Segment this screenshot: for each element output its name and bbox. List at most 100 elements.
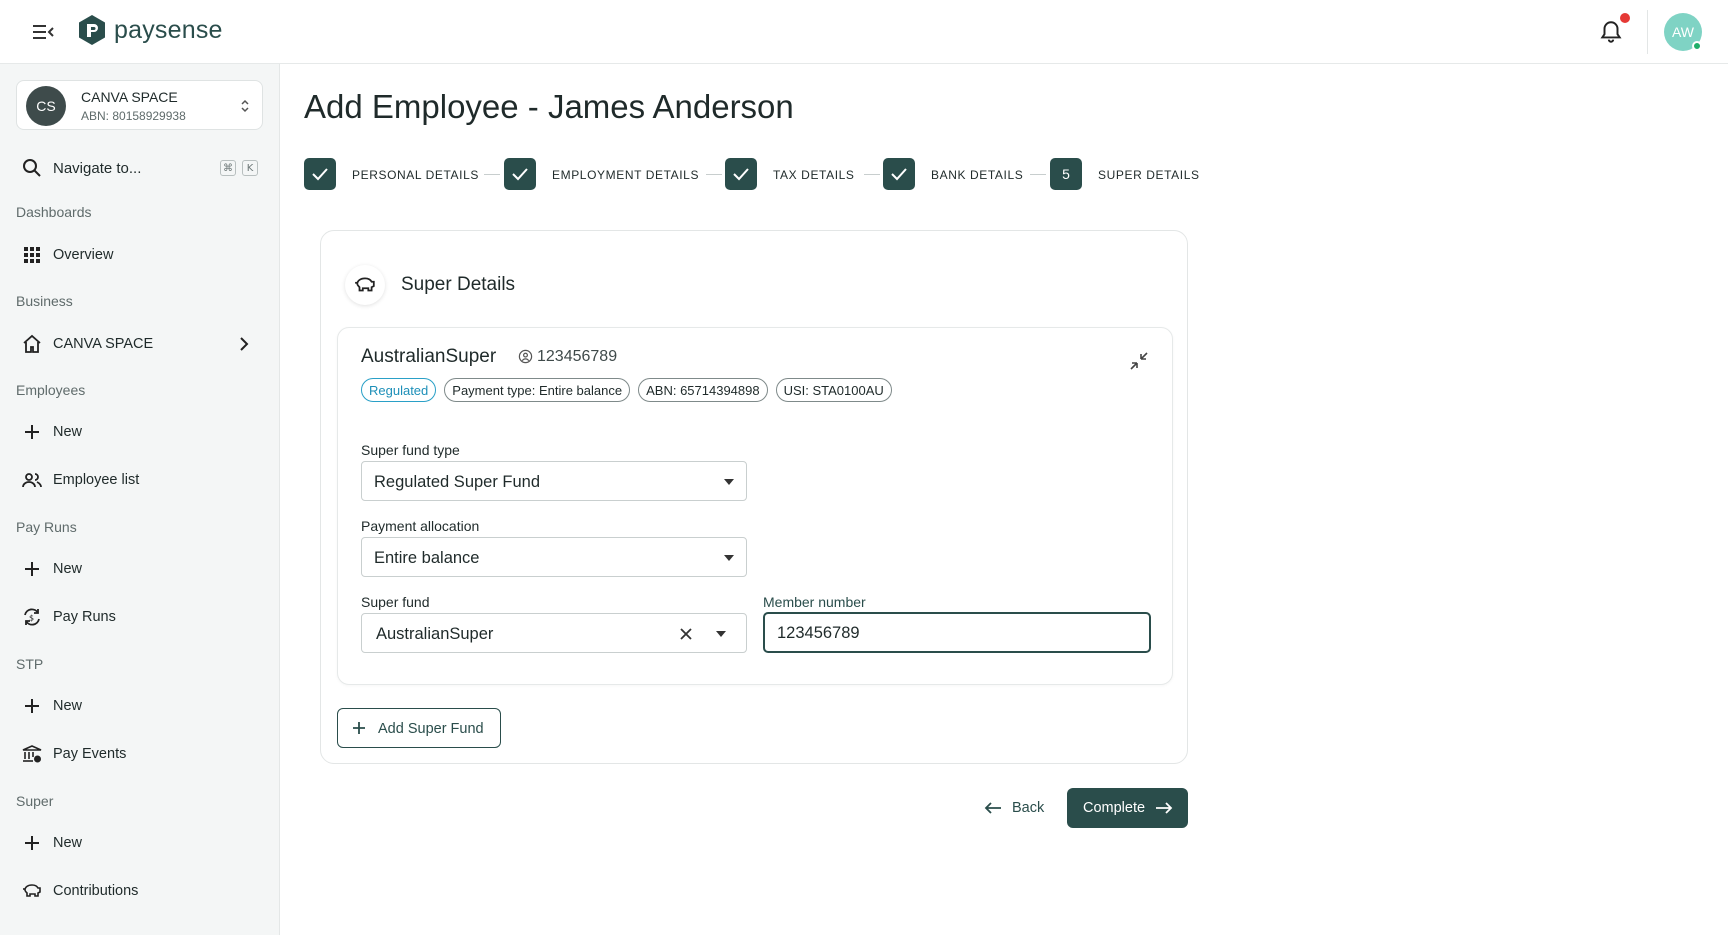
- member-icon: [518, 349, 533, 364]
- bank-icon: [22, 745, 42, 763]
- complete-label: Complete: [1083, 800, 1146, 816]
- step-connector: [1030, 174, 1046, 175]
- sidebar-item-label: New: [53, 424, 83, 440]
- collapse-menu-icon[interactable]: [30, 20, 56, 44]
- super-details-card: Super Details AustralianSuper 123456789 …: [320, 230, 1188, 764]
- divider: [1647, 10, 1648, 54]
- fund-name: AustralianSuper: [361, 346, 497, 367]
- sidebar-item-new-super[interactable]: New: [20, 828, 260, 858]
- member-number-label: Member number: [763, 594, 866, 610]
- back-button[interactable]: Back: [980, 788, 1060, 828]
- step-complete: [883, 158, 915, 190]
- sidebar-item-employee-list[interactable]: Employee list: [20, 465, 260, 495]
- payment-allocation-select[interactable]: Entire balance: [361, 537, 747, 577]
- payment-allocation-label: Payment allocation: [361, 518, 480, 534]
- payment-allocation-value: Entire balance: [374, 549, 480, 567]
- home-icon: [23, 334, 41, 353]
- caret-down-icon: [724, 479, 734, 485]
- step-label: PERSONAL DETAILS: [352, 168, 479, 182]
- step-connector: [864, 174, 880, 175]
- complete-button[interactable]: Complete: [1067, 788, 1188, 828]
- add-super-fund-button[interactable]: Add Super Fund: [337, 708, 501, 748]
- sidebar-item-label: Contributions: [53, 883, 139, 899]
- notification-badge: [1620, 13, 1630, 23]
- section-pay-runs: Pay Runs: [16, 519, 77, 535]
- org-abn: ABN: 80158929938: [81, 109, 186, 123]
- section-dashboards: Dashboards: [16, 204, 92, 220]
- plus-icon: [25, 699, 39, 713]
- logo-icon: [79, 15, 105, 45]
- fund-type-select[interactable]: Regulated Super Fund: [361, 461, 747, 501]
- clear-icon[interactable]: [678, 626, 694, 642]
- shortcut-cmd-key: ⌘: [220, 160, 236, 176]
- currency-sync-icon: $: [24, 608, 40, 626]
- step-label: SUPER DETAILS: [1098, 168, 1200, 182]
- regulated-chip: Regulated: [361, 378, 437, 402]
- sidebar-item-label: Overview: [53, 247, 114, 263]
- sidebar-item-new-stp[interactable]: New: [20, 691, 260, 721]
- shortcut-k-key: K: [242, 160, 258, 176]
- grid-icon: [24, 247, 40, 263]
- plus-icon: [353, 722, 365, 734]
- sidebar-item-label: Employee list: [53, 472, 140, 488]
- check-icon: [733, 168, 749, 181]
- top-bar: paysense AW: [0, 0, 1728, 64]
- chevron-right-icon: [240, 337, 249, 351]
- section-business: Business: [16, 293, 73, 309]
- sidebar-item-label: New: [53, 698, 83, 714]
- member-number-input[interactable]: 123456789: [763, 612, 1151, 653]
- section-stp: STP: [16, 656, 44, 672]
- navigate-search[interactable]: Navigate to... ⌘ K: [20, 154, 260, 182]
- step-complete: [725, 158, 757, 190]
- sidebar-item-new-pay-run[interactable]: New: [20, 554, 260, 584]
- brand-name: paysense: [114, 15, 223, 44]
- member-number-value: 123456789: [777, 624, 860, 642]
- sidebar-item-pay-events[interactable]: Pay Events: [20, 739, 260, 769]
- check-icon: [891, 168, 907, 181]
- piggy-bank-icon: [23, 884, 41, 897]
- sidebar-item-canva-space[interactable]: CANVA SPACE: [20, 329, 260, 359]
- sidebar-item-label: CANVA SPACE: [53, 336, 154, 352]
- arrow-right-icon: [1156, 802, 1173, 814]
- sidebar-item-overview[interactable]: Overview: [20, 240, 260, 270]
- logo[interactable]: paysense: [78, 14, 223, 46]
- step-connector: [484, 174, 500, 175]
- page-title: Add Employee - James Anderson: [304, 88, 794, 125]
- plus-icon: [25, 836, 39, 850]
- super-fund-value: AustralianSuper: [376, 625, 494, 643]
- sidebar-item-label: Pay Events: [53, 746, 127, 762]
- org-name: CANVA SPACE: [81, 89, 178, 105]
- step-complete: [504, 158, 536, 190]
- section-super: Super: [16, 793, 54, 809]
- people-icon: [22, 473, 42, 488]
- sidebar-item-contributions[interactable]: Contributions: [20, 876, 260, 906]
- sidebar: CS CANVA SPACE ABN: 80158929938 Navigate…: [0, 64, 280, 935]
- step-complete: [304, 158, 336, 190]
- sidebar-item-new-employee[interactable]: New: [20, 417, 260, 447]
- step-current-number: 5: [1050, 158, 1082, 190]
- super-fund-autocomplete[interactable]: AustralianSuper: [361, 613, 747, 653]
- plus-icon: [25, 425, 39, 439]
- abn-chip: ABN: 65714394898: [638, 378, 768, 402]
- org-avatar: CS: [26, 86, 66, 126]
- online-status-dot: [1692, 41, 1702, 51]
- organisation-switcher[interactable]: CS CANVA SPACE ABN: 80158929938: [16, 80, 263, 130]
- arrow-left-icon: [984, 802, 1001, 814]
- sidebar-item-pay-runs[interactable]: $ Pay Runs: [20, 602, 260, 632]
- collapse-icon[interactable]: [1128, 350, 1150, 372]
- sidebar-item-label: Pay Runs: [53, 609, 116, 625]
- notifications-bell-icon[interactable]: [1598, 19, 1624, 45]
- navigate-search-label: Navigate to...: [53, 160, 142, 177]
- check-icon: [312, 168, 328, 181]
- search-icon: [23, 159, 41, 177]
- fund-chips: Regulated Payment type: Entire balance A…: [361, 378, 892, 402]
- step-connector: [706, 174, 722, 175]
- back-label: Back: [1012, 800, 1045, 816]
- step-label: EMPLOYMENT DETAILS: [552, 168, 700, 182]
- check-icon: [512, 168, 528, 181]
- caret-down-icon: [724, 555, 734, 561]
- section-employees: Employees: [16, 382, 86, 398]
- sidebar-item-label: New: [53, 835, 83, 851]
- usi-chip: USI: STA0100AU: [775, 378, 892, 402]
- user-avatar-initials: AW: [1671, 24, 1695, 40]
